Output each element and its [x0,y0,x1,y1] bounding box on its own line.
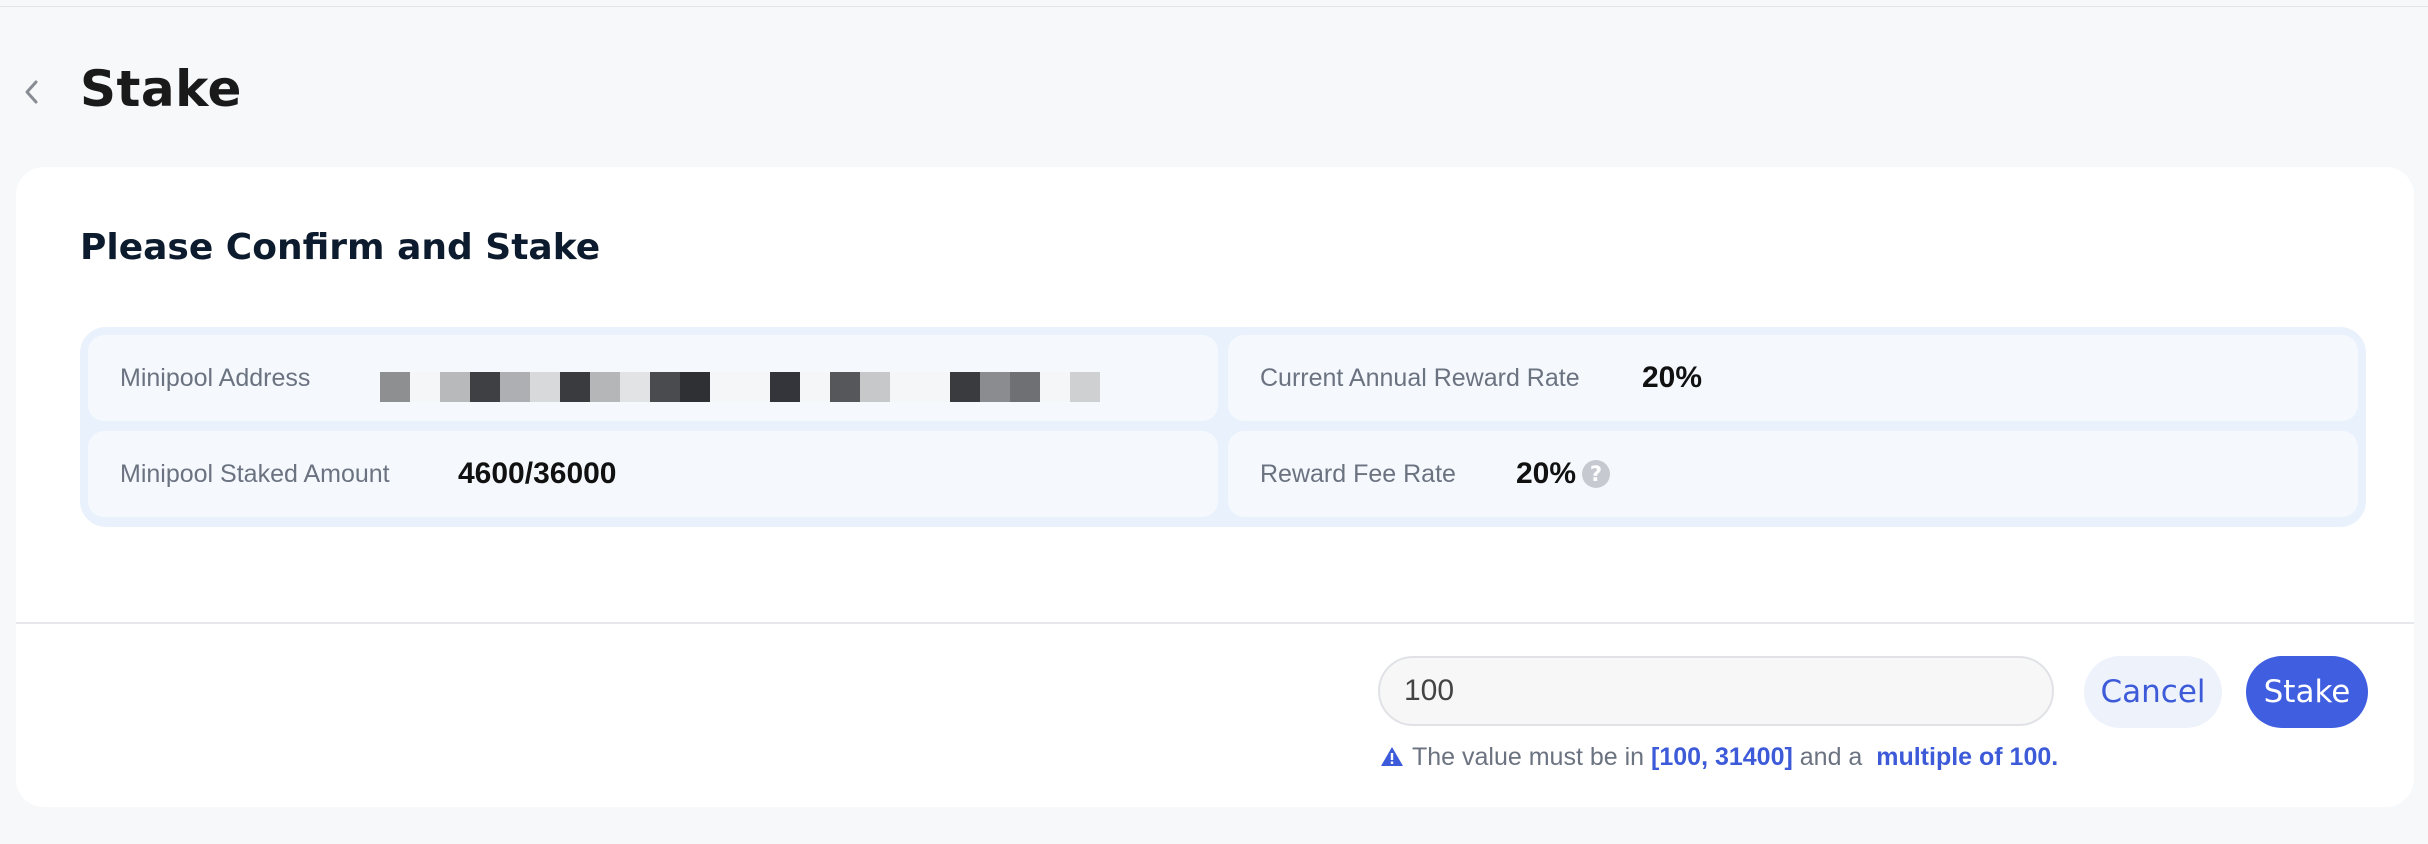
minipool-staked-amount-value: 4600/36000 [458,457,617,490]
stake-amount-input[interactable] [1378,656,2054,726]
minipool-address-value-redacted [380,372,1100,402]
minipool-address-label: Minipool Address [120,364,311,392]
hint-multiple: multiple of 100. [1876,743,2059,771]
amount-validation-hint: The value must be in [100, 31400] and a … [1380,739,2058,775]
minipool-address-row: Minipool Address [88,335,1218,421]
cancel-button[interactable]: Cancel [2084,656,2222,728]
annual-reward-rate-row: Current Annual Reward Rate 20% [1228,335,2358,421]
card-footer-divider [16,622,2414,624]
annual-reward-rate-label: Current Annual Reward Rate [1260,364,1580,392]
minipool-staked-amount-row: Minipool Staked Amount 4600/36000 [88,431,1218,517]
reward-fee-rate-value: 20% [1516,457,1577,490]
chevron-left-icon [25,80,38,104]
hint-prefix: The value must be in [1412,743,1645,771]
hint-range: [100, 31400] [1651,743,1793,771]
stake-details-panel: Minipool Address Current Annual Reward R… [80,327,2366,527]
reward-fee-rate-row: Reward Fee Rate 20% ? [1228,431,2358,517]
confirm-card: Please Confirm and Stake Minipool Addres… [16,167,2414,807]
minipool-staked-amount-label: Minipool Staked Amount [120,460,390,488]
top-divider [0,6,2428,7]
card-title: Please Confirm and Stake [80,227,601,268]
annual-reward-rate-value: 20% [1642,361,1703,394]
warning-triangle-icon [1381,747,1403,766]
page-header: Stake [0,52,2428,132]
back-button[interactable] [18,74,46,110]
question-circle-icon[interactable]: ? [1582,460,1610,488]
hint-middle: and a [1799,743,1863,771]
stake-button[interactable]: Stake [2246,656,2368,728]
page-title: Stake [80,60,242,118]
reward-fee-rate-label: Reward Fee Rate [1260,460,1456,488]
